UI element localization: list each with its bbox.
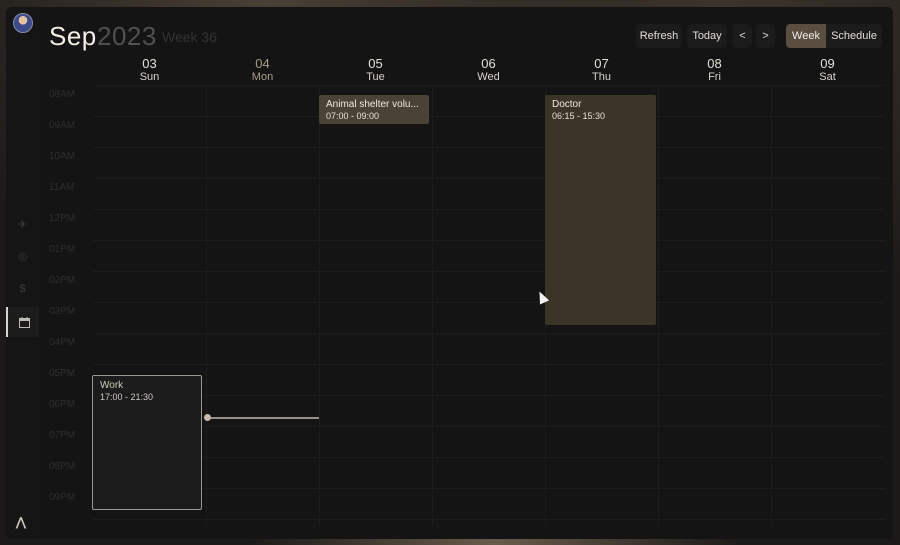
day-number: 08 (707, 56, 722, 71)
time-label: 11AM (49, 182, 75, 193)
day-name: Wed (477, 71, 500, 83)
app-logo-icon[interactable]: ⋀ (16, 515, 26, 529)
event-animal-shelter[interactable]: Animal shelter volu... 07:00 - 09:00 (319, 95, 429, 124)
week-grid[interactable] (93, 85, 885, 525)
grid-line (93, 116, 885, 117)
grid-line (93, 519, 885, 520)
grid-line (93, 178, 885, 179)
calendar-main: Sep 2023 Week 36 Refresh Today < > Week … (39, 7, 893, 539)
circle-icon[interactable]: ◎ (6, 241, 39, 271)
next-button[interactable]: > (756, 24, 775, 48)
day-name: Thu (592, 71, 611, 83)
sidebar: ✈ ◎ $ ⋀ (6, 7, 41, 539)
time-label: 09PM (49, 492, 76, 503)
week-view-button[interactable]: Week (786, 24, 826, 48)
event-title: Doctor (552, 99, 582, 110)
time-label: 07PM (49, 430, 76, 441)
time-label: 02PM (49, 275, 76, 286)
grid-line (771, 85, 772, 525)
day-header-fri[interactable]: 08 Fri (658, 56, 771, 84)
time-label: 06PM (49, 399, 76, 410)
day-number: 06 (481, 56, 496, 71)
current-time-dot (204, 414, 211, 421)
time-label: 09AM (49, 120, 76, 131)
event-doctor[interactable]: Doctor 06:15 - 15:30 (545, 95, 656, 325)
event-title: Work (100, 380, 124, 391)
calendar-window: ✈ ◎ $ ⋀ Sep 2023 Week 36 Refresh Today <… (6, 7, 893, 539)
prev-button[interactable]: < (733, 24, 752, 48)
day-header-sun[interactable]: 03 Sun (93, 56, 206, 84)
day-number: 03 (142, 56, 157, 71)
dollar-icon[interactable]: $ (6, 274, 39, 304)
grid-line (93, 426, 885, 427)
day-name: Fri (708, 71, 721, 83)
grid-line (93, 488, 885, 489)
grid-line (93, 457, 885, 458)
grid-line (206, 85, 207, 525)
grid-line (93, 333, 885, 334)
refresh-button[interactable]: Refresh (636, 24, 682, 48)
grid-line (319, 85, 320, 525)
time-label: 01PM (49, 244, 76, 255)
day-name: Sun (139, 71, 160, 83)
day-number: 05 (368, 56, 383, 71)
day-number: 09 (820, 56, 835, 71)
event-time: 17:00 - 21:30 (100, 392, 154, 402)
header-month: Sep (49, 21, 97, 51)
schedule-view-button[interactable]: Schedule (826, 24, 882, 48)
day-header-mon[interactable]: 04 Mon (206, 56, 319, 84)
day-name: Sat (819, 71, 836, 83)
time-label: 05PM (49, 368, 76, 379)
avatar[interactable] (13, 13, 33, 33)
day-header-tue[interactable]: 05 Tue (319, 56, 432, 84)
header-week: Week 36 (162, 29, 217, 45)
grid-line (93, 240, 885, 241)
day-header-sat[interactable]: 09 Sat (771, 56, 884, 84)
grid-line (432, 85, 433, 525)
grid-line (93, 364, 885, 365)
time-label: 08AM (49, 89, 76, 100)
event-work[interactable]: Work 17:00 - 21:30 (92, 375, 202, 510)
time-label: 03PM (49, 306, 76, 317)
time-label: 08PM (49, 461, 76, 472)
rocket-icon[interactable]: ✈ (6, 209, 39, 239)
grid-line (93, 147, 885, 148)
event-time: 07:00 - 09:00 (326, 111, 380, 121)
today-button[interactable]: Today (687, 24, 727, 48)
time-label: 04PM (49, 337, 76, 348)
calendar-icon[interactable] (6, 307, 41, 337)
time-label: 10AM (49, 151, 76, 162)
event-title: Animal shelter volu... (326, 99, 419, 110)
header-year: 2023 (97, 21, 157, 51)
grid-line (93, 85, 885, 86)
day-number: 07 (594, 56, 609, 71)
current-time-line (207, 417, 319, 419)
grid-line (93, 395, 885, 396)
day-header-wed[interactable]: 06 Wed (432, 56, 545, 84)
day-header-thu[interactable]: 07 Thu (545, 56, 658, 84)
day-name: Tue (366, 71, 385, 83)
grid-line (93, 271, 885, 272)
day-number: 04 (255, 56, 270, 71)
time-label: 12PM (49, 213, 76, 224)
event-time: 06:15 - 15:30 (552, 111, 606, 121)
calendar-icon-glyph (19, 316, 30, 328)
grid-line (93, 209, 885, 210)
grid-line (658, 85, 659, 525)
grid-line (93, 302, 885, 303)
day-name: Mon (251, 71, 274, 83)
